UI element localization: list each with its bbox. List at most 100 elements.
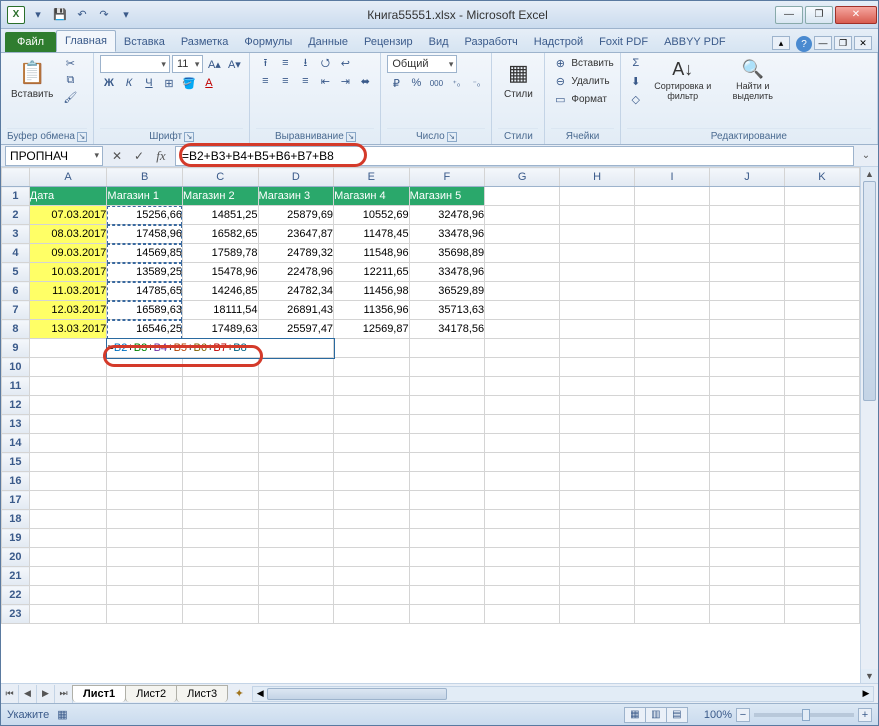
cell-I23[interactable]: [635, 605, 710, 624]
cell-E12[interactable]: [334, 396, 410, 415]
cell-E14[interactable]: [334, 434, 410, 453]
zoom-in-button[interactable]: +: [858, 708, 872, 722]
alignment-dialog-launcher[interactable]: ↘: [346, 132, 356, 142]
cell-A11[interactable]: [29, 377, 107, 396]
styles-button[interactable]: ▦ Стили: [498, 55, 538, 102]
cell-H23[interactable]: [560, 605, 635, 624]
cell-E21[interactable]: [334, 567, 410, 586]
horizontal-scrollbar[interactable]: ◀ ▶: [252, 686, 874, 702]
cell-J4[interactable]: [710, 244, 785, 263]
cell-A4[interactable]: 09.03.2017: [29, 244, 107, 263]
align-bottom-icon[interactable]: ⭳: [296, 55, 314, 71]
cell-I6[interactable]: [635, 282, 710, 301]
cell-C8[interactable]: 17489,63: [182, 320, 258, 339]
cell-K10[interactable]: [784, 358, 859, 377]
cell-K11[interactable]: [784, 377, 859, 396]
cell-G11[interactable]: [485, 377, 560, 396]
cell-E19[interactable]: [334, 529, 410, 548]
copy-icon[interactable]: ⧉: [61, 72, 79, 88]
decrease-decimal-icon[interactable]: ⁻₀: [467, 75, 485, 91]
tab-data[interactable]: Данные: [300, 32, 356, 52]
cell-F15[interactable]: [409, 453, 485, 472]
col-header-H[interactable]: H: [560, 168, 635, 187]
cell-D14[interactable]: [258, 434, 334, 453]
cell-C14[interactable]: [182, 434, 258, 453]
cell-B13[interactable]: [107, 415, 183, 434]
cell-I8[interactable]: [635, 320, 710, 339]
cell-J16[interactable]: [710, 472, 785, 491]
cell-H15[interactable]: [560, 453, 635, 472]
cell-C4[interactable]: 17589,78: [182, 244, 258, 263]
cell-A13[interactable]: [29, 415, 107, 434]
cell-A20[interactable]: [29, 548, 107, 567]
zoom-out-button[interactable]: −: [736, 708, 750, 722]
cell-H9[interactable]: [560, 339, 635, 358]
cell-D13[interactable]: [258, 415, 334, 434]
cell-G7[interactable]: [485, 301, 560, 320]
cell-C13[interactable]: [182, 415, 258, 434]
scroll-right-icon[interactable]: ▶: [859, 687, 873, 701]
cell-F1[interactable]: Магазин 5: [409, 187, 485, 206]
cell-K1[interactable]: [784, 187, 859, 206]
row-header-2[interactable]: 2: [2, 206, 30, 225]
row-header-17[interactable]: 17: [2, 491, 30, 510]
cell-C6[interactable]: 14246,85: [182, 282, 258, 301]
cell-C7[interactable]: 18111,54: [182, 301, 258, 320]
cell-F7[interactable]: 35713,63: [409, 301, 485, 320]
align-center-icon[interactable]: ≡: [276, 73, 294, 89]
cell-C22[interactable]: [182, 586, 258, 605]
orientation-icon[interactable]: ⭯: [316, 55, 334, 71]
align-top-icon[interactable]: ⭱: [256, 55, 274, 71]
cell-E20[interactable]: [334, 548, 410, 567]
sheet-nav-last-icon[interactable]: ⏭: [55, 685, 73, 703]
mdi-close[interactable]: ✕: [854, 36, 872, 50]
cell-B3[interactable]: 17458,96: [107, 225, 183, 244]
cell-J11[interactable]: [710, 377, 785, 396]
cell-D7[interactable]: 26891,43: [258, 301, 334, 320]
vertical-scrollbar[interactable]: ▲ ▼: [860, 167, 878, 683]
format-painter-icon[interactable]: 🖌: [61, 89, 79, 105]
cell-E4[interactable]: 11548,96: [334, 244, 410, 263]
row-header-3[interactable]: 3: [2, 225, 30, 244]
cell-C5[interactable]: 15478,96: [182, 263, 258, 282]
cell-B12[interactable]: [107, 396, 183, 415]
enter-formula-icon[interactable]: ✓: [129, 147, 149, 165]
cell-K18[interactable]: [784, 510, 859, 529]
row-header-11[interactable]: 11: [2, 377, 30, 396]
cell-K2[interactable]: [784, 206, 859, 225]
cell-J5[interactable]: [710, 263, 785, 282]
cell-D3[interactable]: 23647,87: [258, 225, 334, 244]
cell-I19[interactable]: [635, 529, 710, 548]
tab-home[interactable]: Главная: [56, 30, 116, 52]
cell-G4[interactable]: [485, 244, 560, 263]
cell-A15[interactable]: [29, 453, 107, 472]
cell-E9[interactable]: [334, 339, 410, 358]
cell-F6[interactable]: 36529,89: [409, 282, 485, 301]
merge-icon[interactable]: ⬌: [356, 73, 374, 89]
cell-D18[interactable]: [258, 510, 334, 529]
cell-E8[interactable]: 12569,87: [334, 320, 410, 339]
cell-J3[interactable]: [710, 225, 785, 244]
tab-addins[interactable]: Надстрой: [526, 32, 591, 52]
cell-B15[interactable]: [107, 453, 183, 472]
row-header-18[interactable]: 18: [2, 510, 30, 529]
row-header-13[interactable]: 13: [2, 415, 30, 434]
cell-K5[interactable]: [784, 263, 859, 282]
cell-D4[interactable]: 24789,32: [258, 244, 334, 263]
col-header-K[interactable]: K: [784, 168, 859, 187]
cell-C21[interactable]: [182, 567, 258, 586]
decrease-indent-icon[interactable]: ⇤: [316, 73, 334, 89]
cell-E16[interactable]: [334, 472, 410, 491]
cell-F2[interactable]: 32478,96: [409, 206, 485, 225]
cell-C17[interactable]: [182, 491, 258, 510]
cell-H19[interactable]: [560, 529, 635, 548]
fill-icon[interactable]: ⬇: [627, 73, 645, 89]
cell-I11[interactable]: [635, 377, 710, 396]
cell-J10[interactable]: [710, 358, 785, 377]
cell-F23[interactable]: [409, 605, 485, 624]
cell-E6[interactable]: 11456,98: [334, 282, 410, 301]
cell-G18[interactable]: [485, 510, 560, 529]
cell-B4[interactable]: 14569,85: [107, 244, 183, 263]
cell-B10[interactable]: [107, 358, 183, 377]
cell-K13[interactable]: [784, 415, 859, 434]
